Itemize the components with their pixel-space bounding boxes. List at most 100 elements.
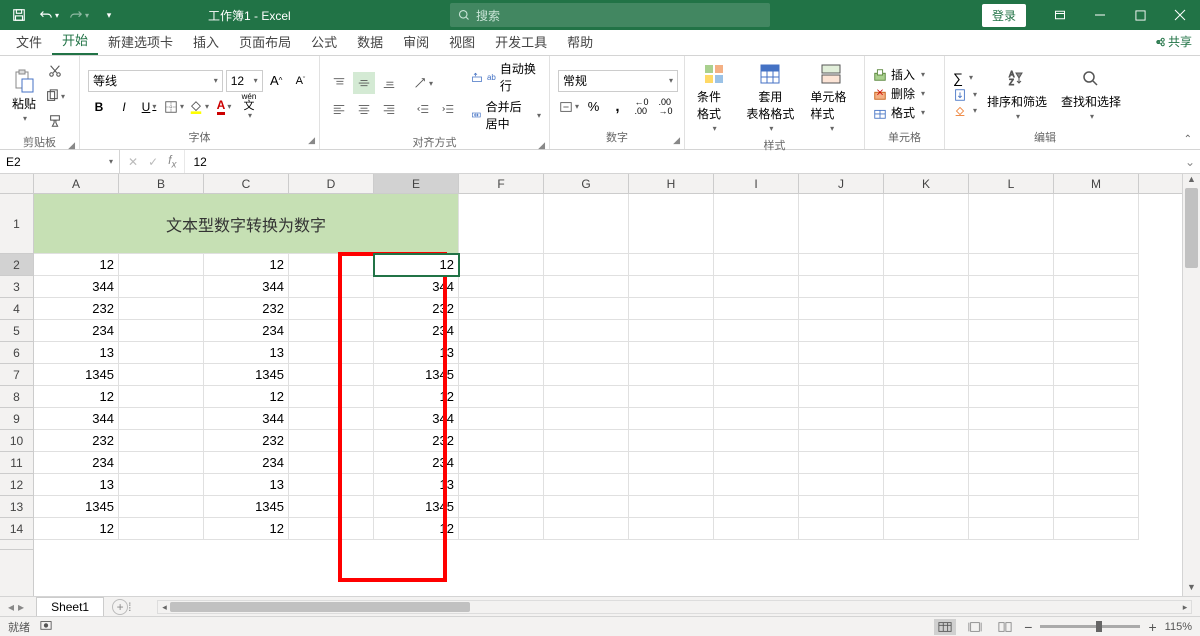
cell-M14[interactable]: [1054, 518, 1139, 540]
cell-K9[interactable]: [884, 408, 969, 430]
copy-button[interactable]: ▾: [44, 85, 66, 107]
col-header-H[interactable]: H: [629, 174, 714, 193]
tab-help[interactable]: 帮助: [557, 28, 603, 55]
cell-F13[interactable]: [459, 496, 544, 518]
redo-button[interactable]: ▾: [66, 3, 92, 27]
cell-I3[interactable]: [714, 276, 799, 298]
autosum-button[interactable]: ∑▾: [953, 70, 977, 86]
cell-D13[interactable]: [289, 496, 374, 518]
cell-B7[interactable]: [119, 364, 204, 386]
cell-F5[interactable]: [459, 320, 544, 342]
cell-K5[interactable]: [884, 320, 969, 342]
align-bottom-button[interactable]: [378, 72, 400, 94]
cell-J3[interactable]: [799, 276, 884, 298]
cell-G5[interactable]: [544, 320, 629, 342]
cell-D12[interactable]: [289, 474, 374, 496]
fill-color-button[interactable]: ▾: [188, 96, 210, 118]
row-header-2[interactable]: 2: [0, 254, 33, 276]
cell-C3[interactable]: 344: [204, 276, 289, 298]
page-break-view-button[interactable]: [994, 619, 1016, 635]
normal-view-button[interactable]: [934, 619, 956, 635]
col-header-L[interactable]: L: [969, 174, 1054, 193]
cell-B14[interactable]: [119, 518, 204, 540]
cancel-formula-button[interactable]: ✕: [128, 155, 138, 169]
cell-H3[interactable]: [629, 276, 714, 298]
cell-A11[interactable]: 234: [34, 452, 119, 474]
col-header-B[interactable]: B: [119, 174, 204, 193]
cell-C4[interactable]: 232: [204, 298, 289, 320]
cell-L5[interactable]: [969, 320, 1054, 342]
cell-E4[interactable]: 232: [374, 298, 459, 320]
vertical-scroll-thumb[interactable]: [1185, 188, 1198, 268]
cell-E13[interactable]: 1345: [374, 496, 459, 518]
cell-F2[interactable]: [459, 254, 544, 276]
conditional-format-button[interactable]: 条件格式▾: [693, 60, 734, 135]
cell-B3[interactable]: [119, 276, 204, 298]
cell-F10[interactable]: [459, 430, 544, 452]
tab-pagelayout[interactable]: 页面布局: [229, 28, 301, 55]
cell-J12[interactable]: [799, 474, 884, 496]
tab-new[interactable]: 新建选项卡: [98, 28, 183, 55]
cell[interactable]: [969, 194, 1054, 254]
cell-B12[interactable]: [119, 474, 204, 496]
cell-G10[interactable]: [544, 430, 629, 452]
cell-K13[interactable]: [884, 496, 969, 518]
cell-J11[interactable]: [799, 452, 884, 474]
cell-K6[interactable]: [884, 342, 969, 364]
cell-G6[interactable]: [544, 342, 629, 364]
cell-B11[interactable]: [119, 452, 204, 474]
col-header-J[interactable]: J: [799, 174, 884, 193]
cell-M5[interactable]: [1054, 320, 1139, 342]
merged-title-cell[interactable]: 文本型数字转换为数字: [34, 194, 459, 254]
row-header-1[interactable]: 1: [0, 194, 33, 254]
increase-font-button[interactable]: A^: [266, 70, 287, 92]
cell[interactable]: [459, 194, 544, 254]
cell-D14[interactable]: [289, 518, 374, 540]
cell-B13[interactable]: [119, 496, 204, 518]
row-header-15[interactable]: [0, 540, 33, 550]
horizontal-scrollbar[interactable]: ◂ ▸: [157, 600, 1192, 614]
cell-H13[interactable]: [629, 496, 714, 518]
sheet-nav-next[interactable]: ▸: [18, 600, 24, 614]
ribbon-display-options[interactable]: [1040, 0, 1080, 30]
cell-D2[interactable]: [289, 254, 374, 276]
col-header-C[interactable]: C: [204, 174, 289, 193]
cell-H5[interactable]: [629, 320, 714, 342]
cell-E2[interactable]: 12: [374, 254, 459, 276]
cell-styles-button[interactable]: 单元格样式▾: [806, 60, 856, 135]
cell-M8[interactable]: [1054, 386, 1139, 408]
find-select-button[interactable]: 查找和选择▾: [1057, 65, 1125, 123]
cell-J13[interactable]: [799, 496, 884, 518]
comma-button[interactable]: ,: [607, 96, 628, 118]
row-header-6[interactable]: 6: [0, 342, 33, 364]
cell-A14[interactable]: 12: [34, 518, 119, 540]
cell-D11[interactable]: [289, 452, 374, 474]
cell-E6[interactable]: 13: [374, 342, 459, 364]
cell-A9[interactable]: 344: [34, 408, 119, 430]
cell-M4[interactable]: [1054, 298, 1139, 320]
name-box[interactable]: E2▾: [0, 150, 120, 173]
cell-A6[interactable]: 13: [34, 342, 119, 364]
increase-decimal-button[interactable]: ←0.00: [631, 96, 652, 118]
cell-I2[interactable]: [714, 254, 799, 276]
zoom-out-button[interactable]: −: [1024, 619, 1032, 635]
cell-D3[interactable]: [289, 276, 374, 298]
cell-M9[interactable]: [1054, 408, 1139, 430]
tab-review[interactable]: 审阅: [393, 28, 439, 55]
cell-L3[interactable]: [969, 276, 1054, 298]
cell-A12[interactable]: 13: [34, 474, 119, 496]
close-button[interactable]: [1160, 0, 1200, 30]
cell-K12[interactable]: [884, 474, 969, 496]
col-header-E[interactable]: E: [374, 174, 459, 193]
cell-E9[interactable]: 344: [374, 408, 459, 430]
cell-I5[interactable]: [714, 320, 799, 342]
cell-J7[interactable]: [799, 364, 884, 386]
cell-H14[interactable]: [629, 518, 714, 540]
cell-L8[interactable]: [969, 386, 1054, 408]
cell-B8[interactable]: [119, 386, 204, 408]
tab-formulas[interactable]: 公式: [301, 28, 347, 55]
cell-L9[interactable]: [969, 408, 1054, 430]
cell-E11[interactable]: 234: [374, 452, 459, 474]
zoom-slider[interactable]: [1040, 625, 1140, 628]
page-layout-view-button[interactable]: [964, 619, 986, 635]
